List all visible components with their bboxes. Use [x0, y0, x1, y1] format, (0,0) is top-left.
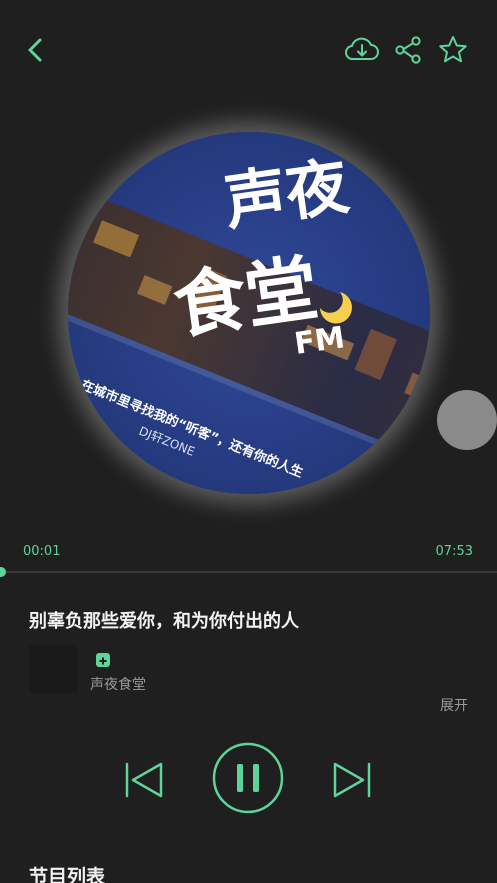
- player-screen: 声夜 食堂 FM 在城市里寻找我的“听客”，还有你的人生 DJ轩ZONE 00:01 0…: [0, 0, 497, 883]
- progress-thumb[interactable]: [0, 567, 6, 577]
- album-cover: 声夜 食堂 FM 在城市里寻找我的“听客”，还有你的人生 DJ轩ZONE: [68, 132, 430, 494]
- cover-artwork: 声夜食堂FM在城市里寻找我的“听客”，还有你的人生DJ轩ZONE: [68, 132, 430, 494]
- floating-assist-button[interactable]: [437, 390, 497, 450]
- expand-button[interactable]: 展开: [440, 695, 468, 715]
- follow-button[interactable]: [96, 653, 110, 667]
- cloud-download-icon: [345, 37, 379, 60]
- next-button[interactable]: [331, 760, 373, 800]
- download-button[interactable]: [343, 32, 381, 68]
- previous-button[interactable]: [123, 760, 165, 800]
- author-avatar[interactable]: [29, 645, 77, 693]
- pause-icon: [212, 742, 284, 814]
- progress-bar[interactable]: [0, 567, 497, 577]
- pause-button[interactable]: [211, 741, 285, 815]
- album-disc: 声夜 食堂 FM 在城市里寻找我的“听客”，还有你的人生 DJ轩ZONE: [68, 132, 430, 494]
- track-title: 别辜负那些爱你，和为你付出的人: [29, 611, 299, 632]
- plus-icon: [99, 657, 107, 665]
- total-time: 07:53: [435, 544, 473, 559]
- top-toolbar: [0, 22, 497, 80]
- author-name[interactable]: 声夜食堂: [90, 674, 146, 694]
- chevron-left-icon: [28, 38, 42, 62]
- program-list-heading: 节目列表: [29, 866, 106, 883]
- skip-next-icon: [333, 762, 371, 798]
- current-time: 00:01: [23, 544, 61, 559]
- star-icon: [439, 36, 467, 63]
- back-button[interactable]: [18, 32, 54, 68]
- share-icon: [395, 36, 421, 64]
- cover-fm-tag: FM: [292, 320, 347, 362]
- skip-previous-icon: [125, 762, 163, 798]
- favorite-button[interactable]: [434, 32, 472, 68]
- share-button[interactable]: [389, 32, 427, 68]
